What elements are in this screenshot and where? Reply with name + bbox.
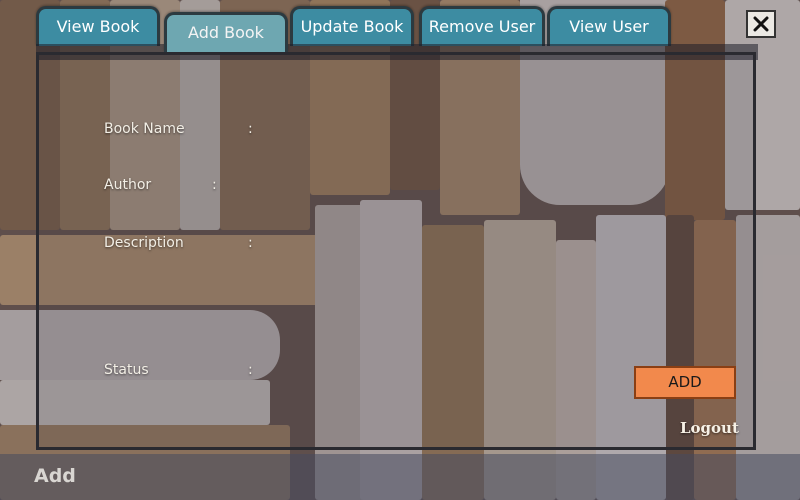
tab-view-user-label: View User (569, 17, 649, 36)
tab-add-book[interactable]: Add Book (164, 12, 288, 52)
close-button[interactable] (746, 10, 776, 38)
description-label: Description (104, 235, 184, 251)
tab-view-book[interactable]: View Book (36, 6, 160, 46)
tab-remove-user[interactable]: Remove User (419, 6, 545, 46)
close-icon (753, 16, 769, 32)
status-bar-label: Add (34, 465, 76, 487)
book-name-colon: : (248, 121, 253, 137)
add-button-label: ADD (668, 373, 702, 391)
status-colon: : (248, 362, 253, 378)
tab-update-book-label: Update Book (300, 17, 404, 36)
tab-remove-user-label: Remove User (428, 17, 536, 36)
tab-view-book-label: View Book (56, 17, 140, 36)
bottom-status-bar (0, 454, 800, 500)
author-colon: : (212, 177, 217, 193)
status-label: Status (104, 362, 149, 378)
add-button[interactable]: ADD (634, 366, 736, 399)
tab-view-user[interactable]: View User (547, 6, 671, 46)
author-label: Author (104, 177, 152, 193)
tab-add-book-label: Add Book (188, 23, 264, 42)
logout-link[interactable]: Logout (680, 419, 739, 437)
tab-update-book[interactable]: Update Book (290, 6, 414, 46)
book-name-label: Book Name (104, 121, 185, 137)
description-colon: : (248, 235, 253, 251)
